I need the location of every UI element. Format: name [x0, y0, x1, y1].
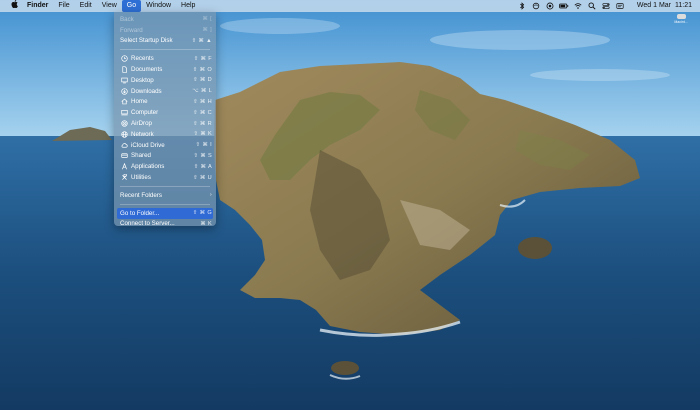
- computer-icon: [120, 109, 128, 117]
- menu-item-label: Shared: [131, 152, 151, 160]
- menu-item-network[interactable]: Network ⇧ ⌘ K: [114, 129, 216, 140]
- bluetooth-icon[interactable]: [515, 0, 529, 12]
- menu-item-connect-to-server[interactable]: Connect to Server... ⌘ K: [114, 219, 216, 230]
- menu-item-shortcut: ⌥ ⌘ L: [192, 88, 212, 95]
- menu-item-downloads[interactable]: Downloads ⌥ ⌘ L: [114, 86, 216, 97]
- menu-edit[interactable]: Edit: [75, 0, 97, 12]
- battery-icon[interactable]: [557, 0, 571, 12]
- menu-clock[interactable]: Wed 1 Mar 11:21: [627, 0, 694, 12]
- menu-view[interactable]: View: [97, 0, 122, 12]
- wallpaper-image: [0, 0, 700, 410]
- disk-icon: [676, 14, 686, 19]
- menu-help[interactable]: Help: [176, 0, 200, 12]
- search-icon[interactable]: [585, 0, 599, 12]
- menu-item-back: Back ⌘ [: [114, 14, 216, 25]
- go-menu: Back ⌘ [ Forward ⌘ ] Select Startup Disk…: [114, 12, 216, 227]
- shared-icon: [120, 152, 128, 160]
- menu-item-computer[interactable]: Computer ⇧ ⌘ C: [114, 107, 216, 118]
- menu-item-airdrop[interactable]: AirDrop ⇧ ⌘ R: [114, 118, 216, 129]
- menu-item-shared[interactable]: Shared ⇧ ⌘ S: [114, 151, 216, 162]
- menu-item-icloud-drive[interactable]: iCloud Drive ⇧ ⌘ I: [114, 140, 216, 151]
- download-icon: [120, 87, 128, 95]
- menu-item-shortcut: ⌘ K: [200, 220, 212, 227]
- menu-item-shortcut: ⇧ ⌘ I: [195, 142, 212, 149]
- menu-item-label: iCloud Drive: [131, 141, 165, 149]
- menu-item-label: Forward: [120, 26, 143, 34]
- menu-go[interactable]: Go: [121, 0, 142, 12]
- menu-item-applications[interactable]: Applications ⇧ ⌘ A: [114, 161, 216, 172]
- document-icon: [120, 66, 128, 74]
- menu-item-shortcut: ⇧ ⌘ C: [193, 109, 212, 116]
- applications-icon: [120, 163, 128, 171]
- menu-time: 11:21: [675, 2, 692, 9]
- menu-item-recents[interactable]: Recents ⇧ ⌘ F: [114, 53, 216, 64]
- menu-item-shortcut: ⌘ ]: [202, 27, 212, 34]
- menu-item-home[interactable]: Home ⇧ ⌘ H: [114, 97, 216, 108]
- control-center-icon[interactable]: [599, 0, 613, 12]
- menu-file[interactable]: File: [53, 0, 74, 12]
- menu-item-label: Downloads: [131, 87, 162, 95]
- menu-item-label: Recents: [131, 55, 154, 63]
- menu-item-shortcut: ⇧ ⌘ O: [192, 66, 212, 73]
- desktop-disk-icon[interactable]: Macint...: [674, 14, 688, 24]
- menu-separator: [120, 49, 210, 51]
- airdrop-icon: [120, 120, 128, 128]
- menu-item-shortcut: ⇧ ⌘ R: [193, 120, 212, 127]
- desktop-wallpaper: [0, 0, 700, 410]
- chevron-right-icon: ›: [209, 192, 212, 199]
- menu-item-label: Select Startup Disk: [120, 37, 173, 45]
- network-icon: [120, 130, 128, 138]
- menu-item-go-to-folder[interactable]: Go to Folder... ⇧ ⌘ G: [117, 207, 213, 219]
- desktop-icon: [120, 76, 128, 84]
- menu-item-recent-folders[interactable]: Recent Folders ›: [114, 190, 216, 201]
- menu-finder[interactable]: Finder: [22, 0, 53, 12]
- menu-item-shortcut: ⌘ [: [202, 16, 212, 23]
- menu-item-label: Recent Folders: [120, 191, 162, 199]
- menu-window[interactable]: Window: [141, 0, 176, 12]
- menu-item-label: Utilities: [131, 174, 151, 182]
- menu-item-label: Back: [120, 15, 134, 23]
- menu-item-forward: Forward ⌘ ]: [114, 25, 216, 36]
- menu-item-desktop[interactable]: Desktop ⇧ ⌘ D: [114, 75, 216, 86]
- menu-item-shortcut: ⇧ ⌘ S: [193, 152, 212, 159]
- menu-item-shortcut: ⇧ ⌘ U: [193, 174, 212, 181]
- menu-item-shortcut: ⇧ ⌘ A: [193, 163, 212, 170]
- menu-item-label: Applications: [131, 163, 165, 171]
- menu-item-shortcut: ⇧ ⌘ F: [193, 55, 212, 62]
- menu-item-label: Documents: [131, 66, 163, 74]
- menu-item-label: Home: [131, 98, 148, 106]
- menu-item-label: Network: [131, 130, 154, 138]
- menu-item-label: Computer: [131, 109, 159, 117]
- menu-separator: [120, 203, 210, 205]
- menu-item-shortcut: ⇧ ⌘ D: [193, 77, 212, 84]
- menu-item-label: Go to Folder...: [120, 209, 160, 217]
- wifi-icon[interactable]: [571, 0, 585, 12]
- menu-item-select-startup-disk[interactable]: Select Startup Disk ⇧ ⌘ ▲: [114, 36, 216, 47]
- menu-item-shortcut: ⇧ ⌘ K: [193, 131, 212, 138]
- menu-separator: [120, 185, 210, 187]
- menu-item-documents[interactable]: Documents ⇧ ⌘ O: [114, 64, 216, 75]
- menu-item-label: Desktop: [131, 76, 154, 84]
- menu-item-shortcut: ⇧ ⌘ H: [193, 98, 212, 105]
- utilities-icon: [120, 174, 128, 182]
- home-icon: [120, 98, 128, 106]
- apple-icon[interactable]: [0, 0, 22, 12]
- siri-icon[interactable]: [529, 0, 543, 12]
- menu-item-shortcut: ⇧ ⌘ ▲: [191, 37, 212, 44]
- menu-item-label: AirDrop: [131, 120, 152, 128]
- menu-bar: Finder File Edit View Go Window Help Wed…: [0, 0, 700, 12]
- menu-item-label: Connect to Server...: [120, 220, 175, 228]
- cloud-icon: [120, 141, 128, 149]
- notification-icon[interactable]: [613, 0, 627, 12]
- menu-item-shortcut: ⇧ ⌘ G: [192, 210, 212, 217]
- desktop-disk-label: Macint...: [674, 20, 688, 24]
- screen-record-icon[interactable]: [543, 0, 557, 12]
- menu-item-utilities[interactable]: Utilities ⇧ ⌘ U: [114, 172, 216, 183]
- clock-icon: [120, 55, 128, 63]
- menu-date: Wed 1 Mar: [636, 2, 671, 9]
